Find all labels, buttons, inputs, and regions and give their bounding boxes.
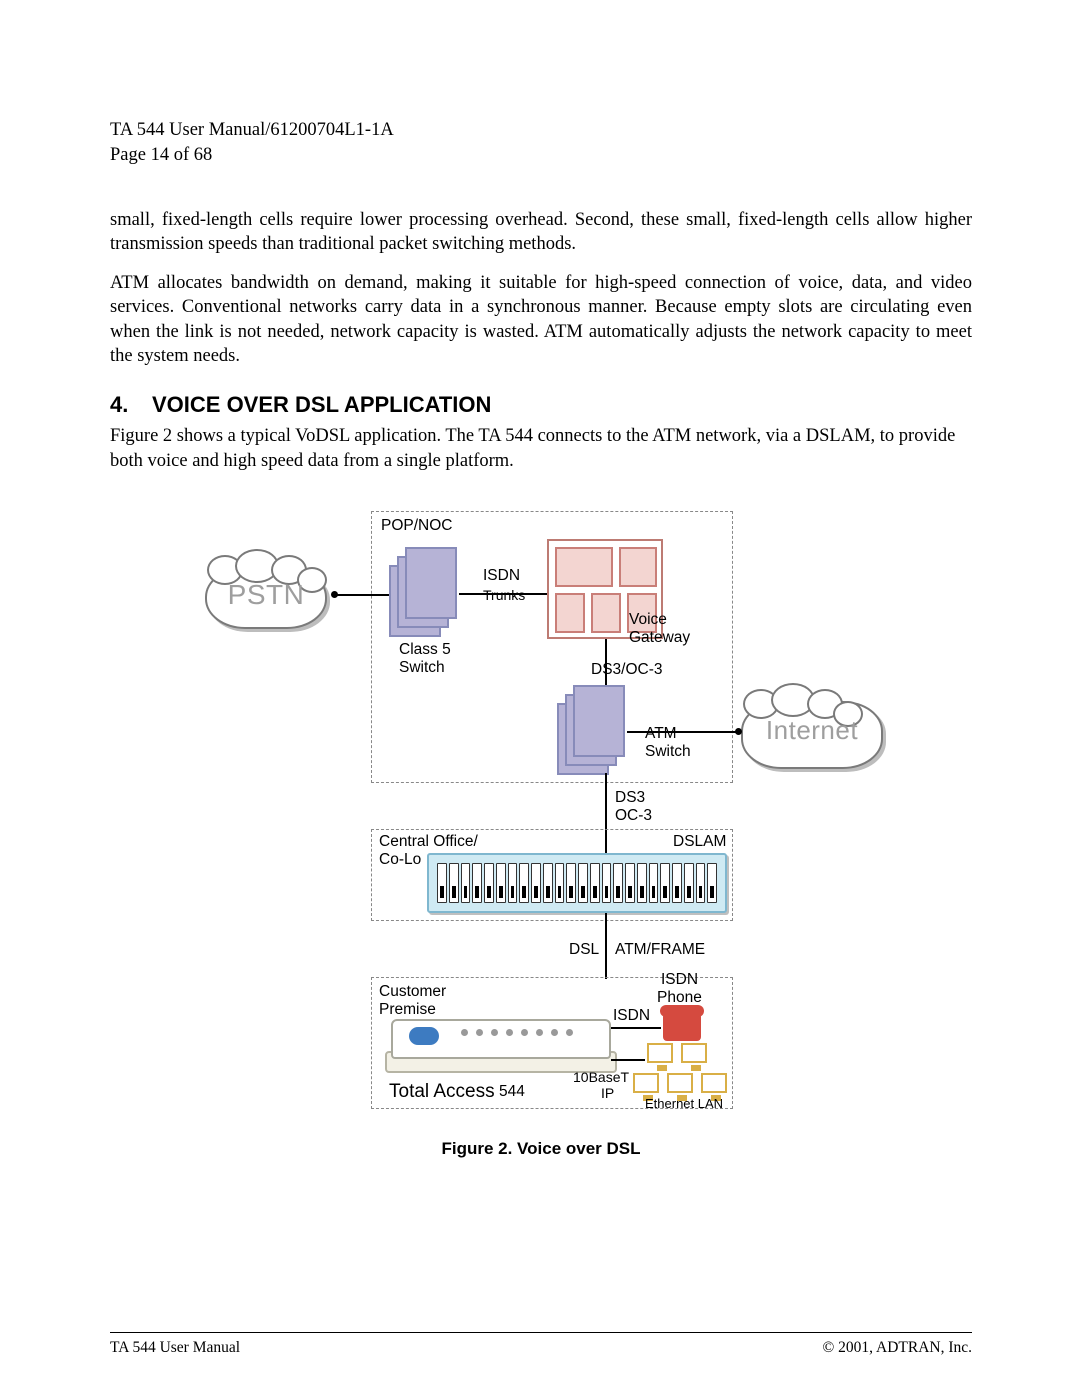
section-title: VOICE OVER DSL APPLICATION — [152, 392, 491, 418]
page-footer: TA 544 User Manual © 2001, ADTRAN, Inc. — [110, 1339, 972, 1357]
footer-left: TA 544 User Manual — [110, 1339, 240, 1357]
internet-cloud: Internet — [737, 691, 887, 777]
pstn-label: PSTN — [201, 579, 331, 611]
atm-switch-label-2: Switch — [645, 743, 691, 761]
doc-title: TA 544 User Manual/61200704L1-1A — [110, 118, 972, 143]
ethernet-lan-top-icon — [647, 1043, 707, 1063]
body-paragraph-1: small, fixed-length cells require lower … — [110, 208, 972, 257]
ethernet-lan-bottom-icon — [633, 1073, 727, 1093]
voice-gateway-label-1: Voice — [629, 611, 667, 629]
page-indicator: Page 14 of 68 — [110, 143, 972, 168]
atm-frame-label: ATM/FRAME — [615, 941, 705, 959]
pstn-cloud: PSTN — [201, 557, 331, 637]
connector-line — [605, 913, 607, 979]
isdn-phone-label-1: ISDN — [661, 971, 698, 989]
total-access-label: Total Access — [389, 1081, 495, 1103]
section-heading: 4. VOICE OVER DSL APPLICATION — [110, 392, 972, 418]
isdn-trunks-label-1: ISDN — [483, 567, 520, 585]
customer-premise-label: Customer Premise — [379, 983, 446, 1019]
internet-label: Internet — [737, 715, 887, 746]
isdn-phone-icon — [663, 1013, 701, 1041]
atm-switch-label-1: ATM — [645, 725, 677, 743]
section-intro: Figure 2 shows a typical VoDSL applicati… — [110, 424, 972, 473]
connector-line — [334, 594, 389, 596]
isdn-right-label: ISDN — [613, 1007, 650, 1025]
figure-caption: Figure 2. Voice over DSL — [221, 1139, 861, 1159]
pop-noc-label: POP/NOC — [381, 517, 452, 535]
ethernet-lan-label: Ethernet LAN — [645, 1097, 723, 1112]
footer-rule — [110, 1332, 972, 1333]
ds3-oc3-top-label: DS3/OC-3 — [591, 661, 663, 679]
dsl-label: DSL — [569, 941, 599, 959]
class5-label-1: Class 5 — [399, 641, 451, 659]
footer-right: © 2001, ADTRAN, Inc. — [822, 1339, 972, 1357]
vodsl-diagram: POP/NOC PSTN Class 5 Switch ISDN Trunks … — [221, 503, 861, 1123]
isdn-trunks-label-2: Trunks — [483, 587, 525, 603]
atm-switch-icon — [557, 685, 627, 775]
class5-switch-icon — [389, 547, 459, 637]
voice-gateway-label-2: Gateway — [629, 629, 690, 647]
dslam-icon — [427, 853, 727, 913]
oc3-label: OC-3 — [615, 807, 652, 825]
ds3-label: DS3 — [615, 789, 645, 807]
connector-line — [611, 1059, 645, 1061]
dslam-label: DSLAM — [673, 833, 726, 851]
ta-model-label: 544 — [499, 1083, 525, 1101]
connector-line — [611, 1027, 661, 1029]
page-header: TA 544 User Manual/61200704L1-1A Page 14… — [110, 118, 972, 168]
figure-2: POP/NOC PSTN Class 5 Switch ISDN Trunks … — [221, 503, 861, 1159]
section-number: 4. — [110, 392, 152, 418]
ten-baset-label: 10BaseT — [573, 1069, 629, 1085]
ta544-device-icon — [391, 1019, 611, 1075]
ip-label: IP — [601, 1085, 614, 1101]
connector-line — [627, 731, 737, 733]
class5-label-2: Switch — [399, 659, 445, 677]
body-paragraph-2: ATM allocates bandwidth on demand, makin… — [110, 271, 972, 369]
